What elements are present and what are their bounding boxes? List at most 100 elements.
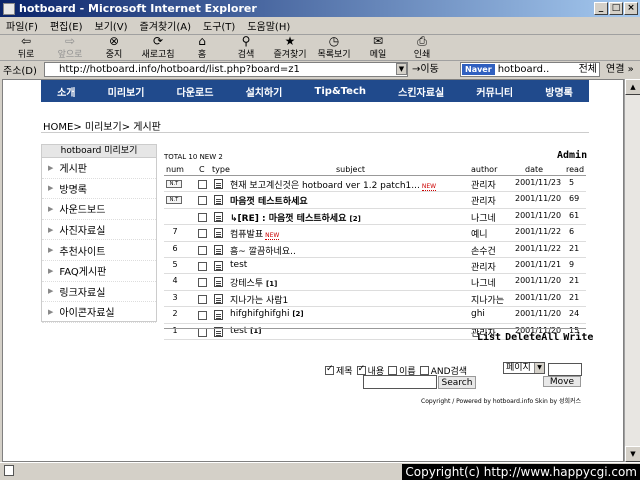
row-subject-link[interactable]: 흠~ 깔끔하네요..: [230, 244, 296, 257]
toolbar-history-button[interactable]: ◷ 목록보기: [312, 35, 356, 60]
sidebar-item[interactable]: ▶ 링크자료실: [42, 282, 156, 303]
row-checkbox[interactable]: [198, 311, 207, 321]
sidebar-item[interactable]: ▶ 사진자료실: [42, 220, 156, 241]
menu-favorites[interactable]: 즐겨찾기(A): [134, 18, 197, 33]
stop-icon: ⊗: [108, 34, 120, 48]
list-button[interactable]: List: [477, 332, 501, 343]
vertical-scrollbar[interactable]: ▲ ▼: [624, 79, 640, 462]
row-subject: 마음껏 테스트하세요: [230, 197, 308, 208]
row-subject-link[interactable]: 현재 보고계신것은 hotboard ver 1.2 patch1... NEW: [230, 178, 437, 191]
address-dropdown-icon[interactable]: ▼: [396, 63, 407, 75]
row-subject-link[interactable]: 지나가는 사람1: [230, 293, 288, 306]
row-subject-link[interactable]: ↳[RE] : 마음껏 테스트하세요 [2]: [230, 211, 361, 224]
row-subject: test: [230, 259, 248, 270]
row-date: 2001/11/20: [515, 210, 562, 220]
scroll-up-icon[interactable]: ▲: [625, 79, 640, 95]
nav-preview[interactable]: 미리보기: [108, 84, 145, 99]
row-num: 3: [172, 292, 178, 302]
minimize-button[interactable]: _: [594, 2, 608, 15]
row-checkbox[interactable]: [198, 196, 207, 206]
page-select[interactable]: 페이지 ▼: [503, 362, 545, 374]
sidebar-item[interactable]: ▶ 게시판: [42, 158, 156, 179]
row-checkbox[interactable]: [198, 229, 207, 239]
nav-intro[interactable]: 소개: [57, 84, 75, 99]
toolbar-search-button[interactable]: ⚲ 검색: [224, 35, 268, 60]
admin-link[interactable]: Admin: [557, 150, 587, 161]
search-option[interactable]: 제목: [325, 364, 353, 377]
chevron-down-icon[interactable]: ▼: [534, 363, 544, 373]
nav-guestbook[interactable]: 방명록: [545, 84, 573, 99]
search-option-checkbox[interactable]: [356, 364, 366, 375]
row-author[interactable]: 관리자: [471, 194, 496, 207]
sidebar-item[interactable]: ▶ 사운드보드: [42, 199, 156, 220]
sidebar: hotboard 미리보기 ▶ 게시판 ▶ 방명록 ▶ 사운드보드 ▶ 사진자료실 ▶ 추천사이트…: [41, 144, 157, 323]
search-option-checkbox[interactable]: [325, 364, 334, 375]
toolbar-back-arrow-button[interactable]: ⇦ 뒤로: [4, 34, 48, 60]
row-author[interactable]: 손수건: [471, 244, 496, 257]
nav-download[interactable]: 다운로드: [177, 84, 214, 99]
menu-edit[interactable]: 편집(E): [44, 18, 89, 33]
row-subject-link[interactable]: 강테스투 [1]: [230, 276, 277, 289]
page-select-value: 페이지: [506, 363, 531, 373]
nav-install[interactable]: 설치하기: [246, 84, 283, 99]
toolbar-forward-arrow-button[interactable]: ⇨ 앞으로: [48, 35, 92, 60]
row-subject-link[interactable]: 마음껏 테스트하세요: [230, 194, 308, 207]
naver-scope[interactable]: 전체: [579, 63, 597, 76]
row-date: 2001/11/21: [515, 259, 562, 269]
row-checkbox[interactable]: [198, 278, 207, 288]
toolbar-home-button[interactable]: ⌂ 홈: [180, 35, 224, 60]
row-checkbox[interactable]: [198, 261, 207, 271]
row-author[interactable]: 관리자: [471, 178, 496, 191]
go-button[interactable]: →이동: [412, 62, 439, 77]
toolbar-mail-button[interactable]: ✉ 메일: [356, 35, 400, 60]
menu-file[interactable]: 파일(F): [0, 18, 44, 33]
row-read: 9: [569, 259, 575, 269]
menu-view[interactable]: 보기(V): [89, 18, 134, 33]
nav-skins[interactable]: 스킨자료실: [398, 84, 444, 99]
move-button[interactable]: Move: [543, 376, 581, 387]
row-checkbox[interactable]: [198, 180, 207, 189]
row-author[interactable]: ghi: [471, 309, 485, 319]
nav-tiptech[interactable]: Tip&Tech: [315, 86, 366, 97]
naver-searchbar[interactable]: Naver hotboard.. 전체: [460, 62, 600, 77]
back-arrow-icon: ⇦: [20, 34, 32, 48]
toolbar-print-button[interactable]: ⎙ 인쇄: [400, 35, 444, 60]
row-checkbox[interactable]: [198, 212, 207, 222]
row-author[interactable]: 관리자: [471, 260, 496, 273]
links-label[interactable]: 연결 »: [606, 62, 634, 77]
sidebar-item-label: 링크자료실: [59, 287, 106, 299]
menu-help[interactable]: 도움말(H): [241, 18, 296, 33]
toolbar-refresh-button[interactable]: ⟳ 새로고침: [136, 35, 180, 60]
page-number-input[interactable]: [548, 363, 582, 376]
row-subject-link[interactable]: hifghifghifghi [2]: [230, 309, 304, 319]
row-num: 2: [172, 309, 178, 319]
write-button[interactable]: Write: [563, 332, 593, 343]
search-option-checkbox[interactable]: [388, 366, 398, 375]
row-author[interactable]: 나그네: [471, 276, 496, 289]
search-button[interactable]: Search: [438, 376, 476, 389]
search-input[interactable]: [363, 375, 437, 389]
row-checkbox[interactable]: [198, 245, 207, 255]
row-subject-link[interactable]: 컴퓨발표 NEW: [230, 227, 280, 241]
sidebar-item[interactable]: ▶ 방명록: [42, 179, 156, 200]
row-subject-link[interactable]: test: [230, 260, 247, 270]
table-row: 6 흠~ 깔끔하네요.. 손수건 2001/11/22 21: [164, 242, 586, 258]
address-input[interactable]: http://hotboard.info/hotboard/list.php?b…: [44, 62, 408, 77]
sidebar-item[interactable]: ▶ 추천사이트: [42, 240, 156, 261]
row-author[interactable]: 지나가는: [471, 293, 504, 306]
row-checkbox[interactable]: [198, 294, 207, 304]
row-author[interactable]: 나그네: [471, 211, 496, 224]
naver-input[interactable]: hotboard..: [498, 64, 550, 75]
toolbar-stop-button[interactable]: ⊗ 중지: [92, 34, 136, 60]
sidebar-item[interactable]: ▶ FAQ게시판: [42, 261, 156, 282]
scroll-down-icon[interactable]: ▼: [625, 446, 640, 462]
sidebar-item[interactable]: ▶ 아이콘자료실: [42, 302, 156, 323]
close-button[interactable]: ×: [624, 2, 638, 15]
search-option-checkbox[interactable]: [419, 366, 429, 375]
maximize-button[interactable]: □: [609, 2, 623, 15]
row-author[interactable]: 예니: [471, 227, 488, 240]
toolbar-favorites-button[interactable]: ★ 즐겨찾기: [268, 35, 312, 60]
nav-community[interactable]: 커뮤니티: [476, 84, 513, 99]
delete-all-button[interactable]: DeleteAll: [505, 332, 559, 343]
menu-tools[interactable]: 도구(T): [197, 18, 241, 33]
